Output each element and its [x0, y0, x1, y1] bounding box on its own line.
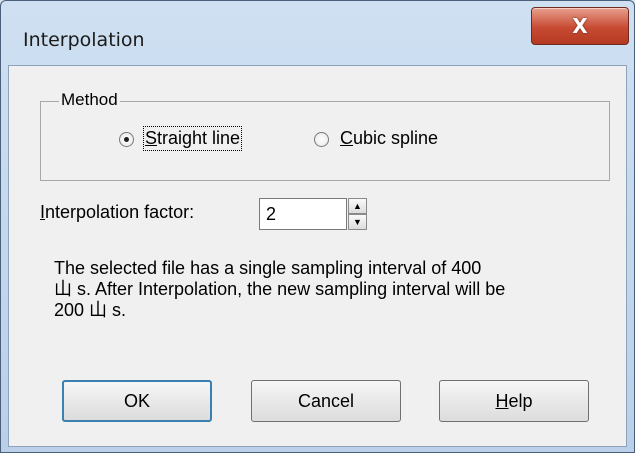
dialog-content: Method Straight line Cubic spline Interp…: [7, 64, 626, 446]
radio-unselected-icon: [314, 132, 329, 147]
interpolation-factor-label: Interpolation factor:: [40, 202, 195, 222]
close-icon: X: [572, 14, 588, 38]
window-title: Interpolation: [23, 29, 145, 51]
info-text: The selected file has a single sampling …: [54, 258, 584, 321]
info-line-2: ⼭ s. After Interpolation, the new sampli…: [54, 279, 506, 299]
radio-straight-line-label: Straight line: [142, 126, 243, 151]
radio-cubic-spline-label: Cubic spline: [340, 128, 439, 148]
cancel-button[interactable]: Cancel: [251, 380, 401, 422]
title-bar[interactable]: Interpolation X: [1, 1, 634, 59]
method-legend: Method: [59, 90, 120, 110]
interpolation-factor-spinner[interactable]: ▲ ▼: [348, 198, 367, 230]
spin-up-icon[interactable]: ▲: [348, 198, 367, 214]
radio-selected-icon: [119, 132, 134, 147]
info-line-3: 200 ⼭ s.: [54, 300, 127, 320]
help-button[interactable]: Help: [439, 380, 589, 422]
interpolation-factor-input[interactable]: [259, 198, 347, 230]
spin-down-icon[interactable]: ▼: [348, 214, 367, 230]
ok-button[interactable]: OK: [62, 380, 212, 422]
close-button[interactable]: X: [531, 7, 629, 45]
info-line-1: The selected file has a single sampling …: [54, 258, 482, 278]
